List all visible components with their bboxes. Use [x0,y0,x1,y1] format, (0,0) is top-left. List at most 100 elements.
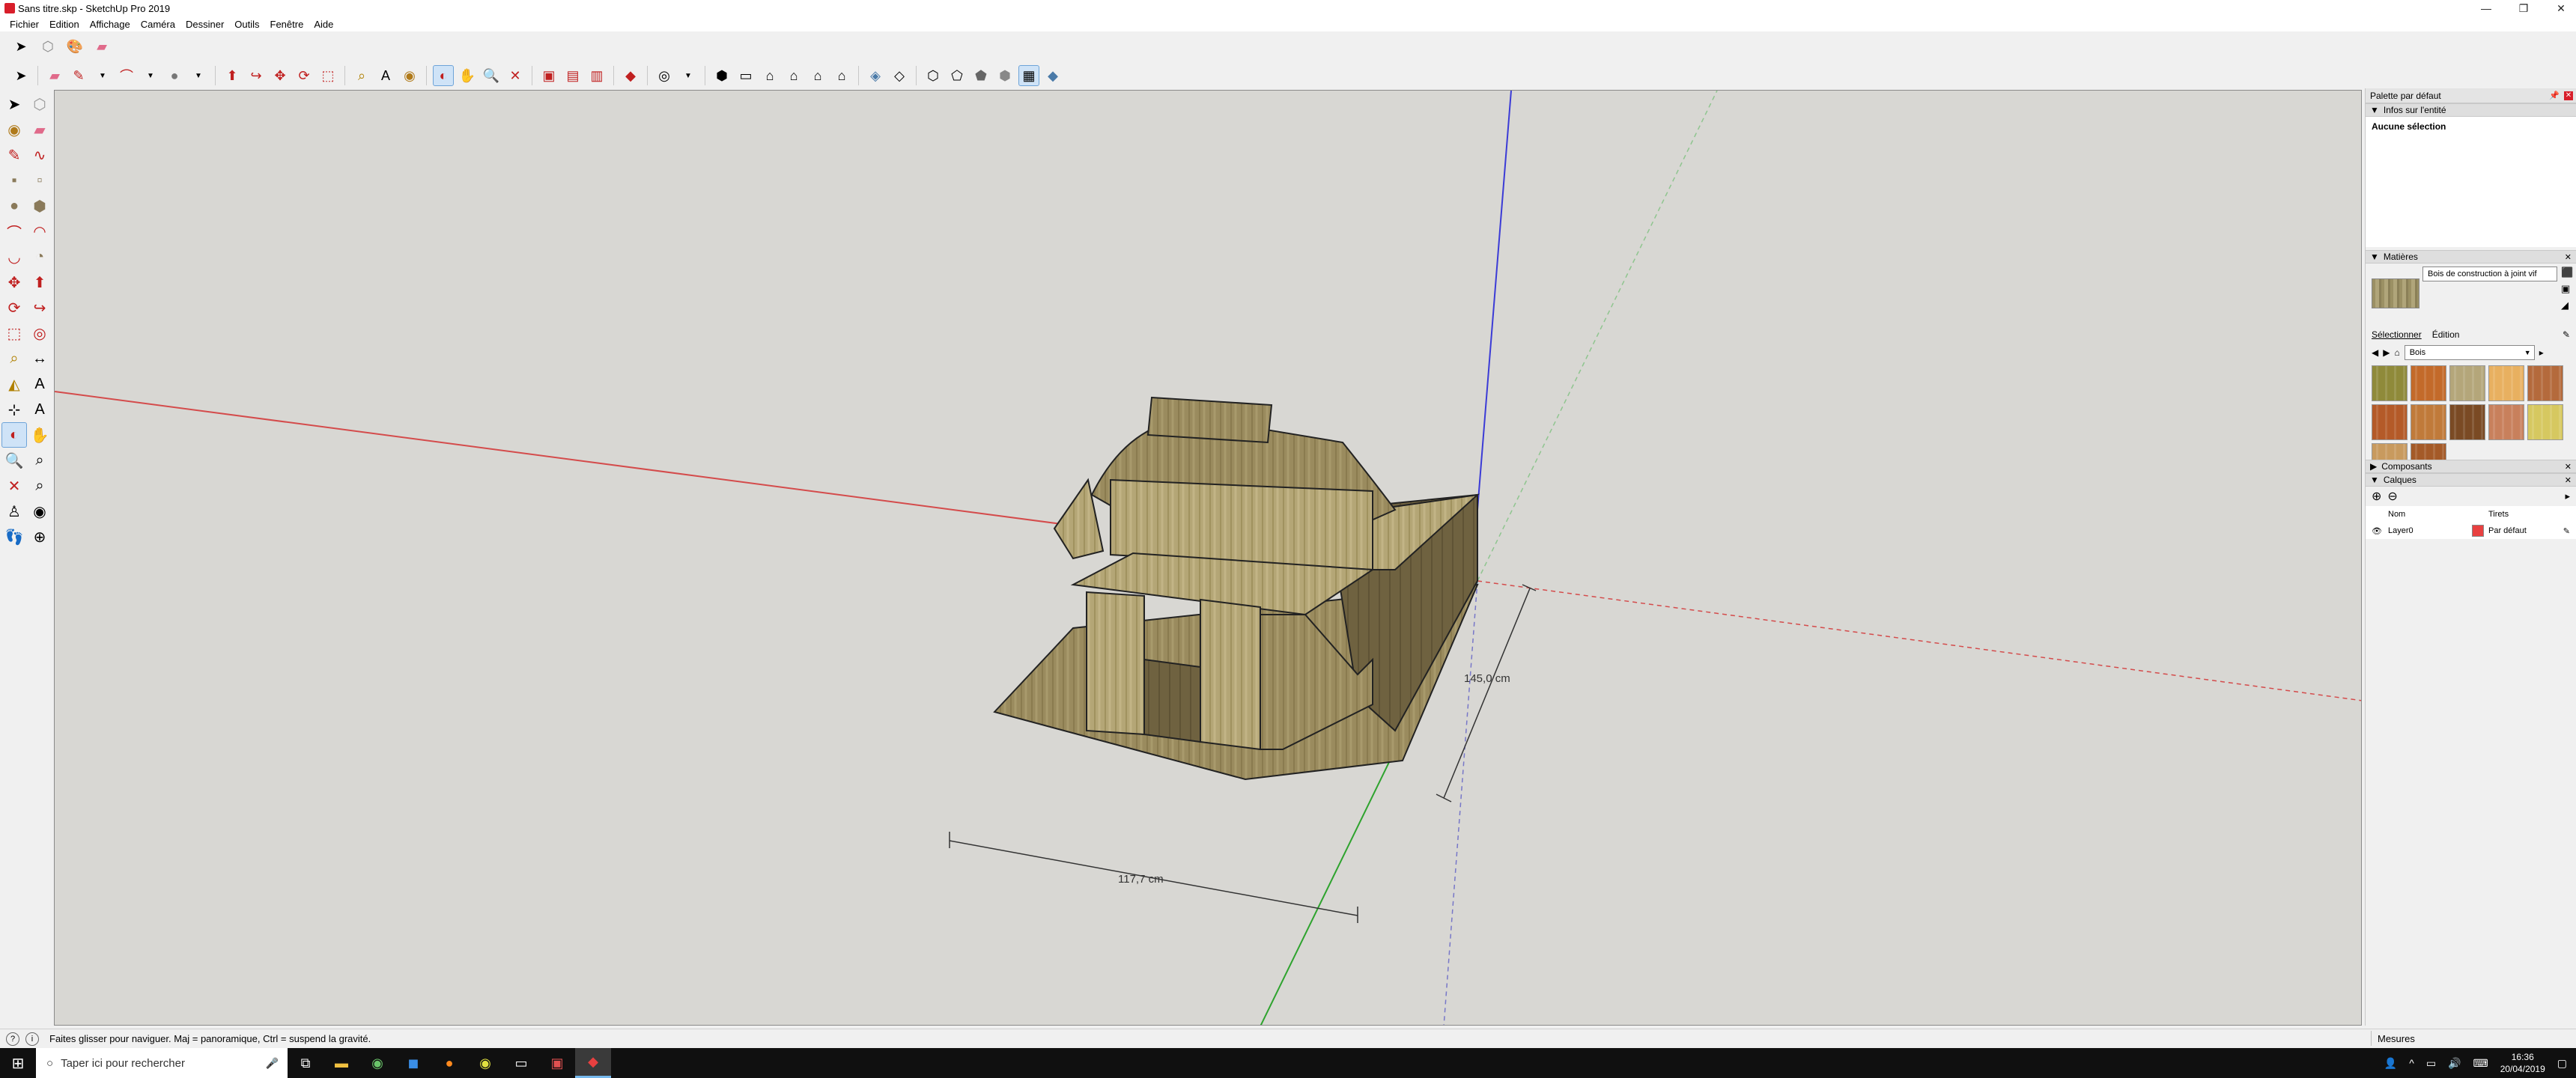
extension-manager-icon[interactable]: ◆ [620,65,641,86]
text-icon[interactable]: A [27,371,52,397]
menu-outils[interactable]: Outils [229,19,264,30]
menu-camera[interactable]: Caméra [136,19,180,30]
chevron-up-icon[interactable]: ^ [2409,1057,2414,1069]
material-swatch[interactable] [2449,404,2485,440]
outlook-icon[interactable]: ◼ [395,1048,431,1078]
arc-icon[interactable]: ⌒ [116,65,137,86]
menu-edition[interactable]: Edition [44,19,85,30]
display-secondary-icon[interactable]: ⬛ [2561,267,2573,278]
move-icon[interactable]: ✥ [270,65,291,86]
windows-start-icon[interactable]: ⊞ [0,1048,36,1078]
info-icon[interactable]: i [25,1032,39,1046]
orbit-icon[interactable]: ◐ [433,65,454,86]
layers-close-icon[interactable]: ✕ [2565,475,2572,485]
microphone-icon[interactable]: 🎤 [266,1057,279,1070]
components-close-icon[interactable]: ✕ [2565,462,2572,472]
front-view-icon[interactable]: ⌂ [759,65,780,86]
position-camera-icon[interactable]: ♙ [1,499,27,524]
freehand-icon[interactable]: ∿ [27,142,52,168]
dimension-icon[interactable]: ↔ [27,346,52,371]
entity-info-header[interactable]: ▼ Infos sur l'entité [2366,103,2576,117]
details-icon[interactable]: ▸ [2539,347,2544,358]
speaker-icon[interactable]: 🔊 [2448,1057,2461,1070]
file-explorer-icon[interactable]: ▬ [323,1048,359,1078]
zoom-extents-icon[interactable]: ✕ [505,65,526,86]
left-view-icon[interactable]: ⌂ [831,65,852,86]
maps-app-icon[interactable]: ◉ [359,1048,395,1078]
network-icon[interactable]: ▭ [2426,1057,2436,1070]
material-swatch[interactable] [2411,404,2446,440]
push-pull-icon[interactable]: ⬆ [27,270,52,295]
3d-text-icon[interactable]: A [27,397,52,422]
zoom-extents-icon[interactable]: ✕ [1,473,27,499]
three-point-arc-icon[interactable]: ◡ [1,244,27,270]
shape-dropdown-icon[interactable]: ▼ [188,65,209,86]
material-swatch[interactable] [2488,365,2524,401]
chrome-icon[interactable]: ◉ [467,1048,503,1078]
materials-header[interactable]: ▼ Matières ✕ [2366,250,2576,264]
default-material-icon[interactable]: ◢ [2561,299,2573,311]
back-icon[interactable]: ◀ [2372,347,2378,358]
text-icon[interactable]: A [375,65,396,86]
paint-bucket-icon[interactable]: 🎨 [64,36,85,57]
pan-icon[interactable]: ✋ [27,422,52,448]
delete-layer-icon[interactable]: ⊖ [2387,489,2397,504]
scale-icon[interactable]: ⬚ [318,65,338,86]
arc-icon[interactable]: ⌒ [1,219,27,244]
eraser-icon[interactable]: ▰ [27,117,52,142]
layers-header[interactable]: ▼ Calques ✕ [2366,473,2576,487]
forward-icon[interactable]: ▶ [2383,347,2390,358]
tab-select[interactable]: Sélectionner [2372,329,2422,340]
material-swatch[interactable] [2411,443,2446,460]
back-edges-icon[interactable]: ◇ [889,65,910,86]
pin-icon[interactable]: 📌 [2549,91,2560,100]
wireframe-icon[interactable]: ⬡ [923,65,944,86]
polygon-icon[interactable]: ⬢ [27,193,52,219]
close-button[interactable]: ✕ [2539,0,2576,16]
select-icon[interactable]: ➤ [1,91,27,117]
layer-color-chip[interactable] [2472,525,2484,537]
home-icon[interactable]: ⌂ [2394,347,2399,358]
menu-aide[interactable]: Aide [309,19,338,30]
styles-icon[interactable]: ◆ [1042,65,1063,86]
taskbar-search[interactable]: ○ Taper ici pour rechercher 🎤 [36,1048,288,1078]
two-point-arc-icon[interactable]: ◠ [27,219,52,244]
tape-measure-icon[interactable]: ⌕ [351,65,372,86]
follow-me-icon[interactable]: ↪ [27,295,52,320]
notifications-icon[interactable]: ▢ [2557,1057,2567,1070]
components-header[interactable]: ▶ Composants ✕ [2366,460,2576,473]
pan-icon[interactable]: ✋ [457,65,478,86]
line-icon[interactable]: ✎ [1,142,27,168]
circle-icon[interactable]: ● [1,193,27,219]
monochrome-icon[interactable]: ▦ [1018,65,1039,86]
pie-icon[interactable]: ◔ [27,244,52,270]
material-library-select[interactable]: Bois ▼ [2404,345,2535,360]
eraser-icon[interactable]: ▰ [44,65,65,86]
menu-dessiner[interactable]: Dessiner [180,19,229,30]
material-swatch[interactable] [2411,365,2446,401]
screen-app-icon[interactable]: ▭ [503,1048,539,1078]
make-component-icon[interactable]: ⬡ [37,36,58,57]
menu-fichier[interactable]: Fichier [4,19,44,30]
xray-icon[interactable]: ◈ [865,65,886,86]
scale-icon[interactable]: ⬚ [1,320,27,346]
add-layer-icon[interactable]: ⊕ [2372,489,2381,504]
eye-icon[interactable]: 👁 [2366,526,2388,536]
material-swatch[interactable] [2527,365,2563,401]
sketchup-taskbar-icon[interactable]: ◆ [575,1048,611,1078]
firefox-icon[interactable]: ● [431,1048,467,1078]
material-swatch[interactable] [2527,404,2563,440]
shape-icon[interactable]: ● [164,65,185,86]
language-icon[interactable]: ⌨ [2473,1057,2488,1070]
rectangle-icon[interactable]: ▪ [1,168,27,193]
push-pull-icon[interactable]: ⬆ [222,65,243,86]
share-model-icon[interactable]: ▤ [562,65,583,86]
move-icon[interactable]: ✥ [1,270,27,295]
account-dropdown-icon[interactable]: ▼ [678,65,699,86]
material-name-field[interactable]: Bois de construction à joint vif [2422,267,2557,281]
geo-location-icon[interactable]: ? [6,1032,19,1046]
select-icon[interactable]: ➤ [10,65,31,86]
hidden-line-icon[interactable]: ⬠ [947,65,967,86]
iso-view-icon[interactable]: ⬢ [711,65,732,86]
material-preview-swatch[interactable] [2372,278,2419,308]
